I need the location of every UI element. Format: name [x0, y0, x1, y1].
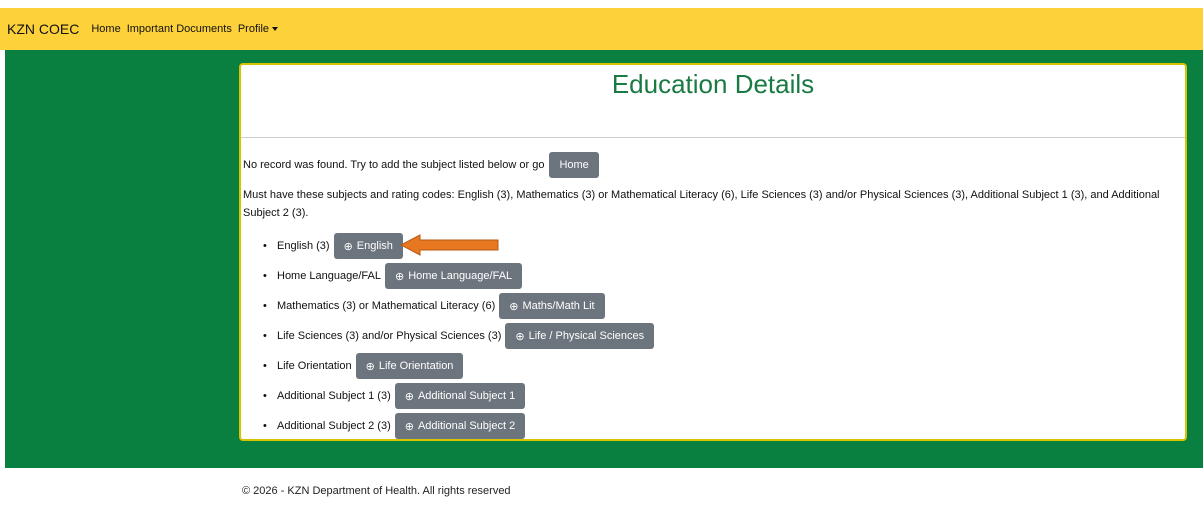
list-item: • Additional Subject 1 (3) ⊕ Additional S… [263, 381, 654, 411]
add-english-button[interactable]: ⊕ English [333, 233, 403, 259]
circle-plus-icon: ⊕ [365, 360, 375, 373]
bullet: • [263, 300, 267, 312]
brand-link[interactable]: KZN COEC [7, 21, 79, 37]
card-header: Education Details [241, 65, 1185, 138]
requirements-text: Must have these subjects and rating code… [243, 189, 1160, 219]
button-label: Additional Subject 1 [417, 390, 516, 402]
subject-label: Life Sciences (3) and/or Physical Scienc… [277, 330, 502, 342]
home-button[interactable]: Home [549, 152, 599, 178]
list-item: • Mathematics (3) or Mathematical Litera… [263, 291, 654, 321]
add-additional-subject-1-button[interactable]: ⊕ Additional Subject 1 [394, 383, 526, 409]
subject-list: • English (3) ⊕ English • Home Language/F… [263, 231, 655, 441]
list-item: • Home Language/FAL ⊕ Home Language/FAL [263, 261, 654, 291]
bullet: • [263, 360, 267, 372]
bullet: • [263, 270, 267, 282]
nav-profile-dropdown[interactable]: Profile [237, 23, 279, 35]
circle-plus-icon: ⊕ [509, 300, 519, 313]
add-life-orientation-button[interactable]: ⊕ Life Orientation [355, 353, 464, 379]
subject-label: Additional Subject 2 (3) [277, 420, 391, 432]
button-label: Life / Physical Sciences [528, 330, 645, 342]
circle-plus-icon: ⊕ [394, 270, 405, 283]
button-label: Life Orientation [378, 360, 454, 372]
bullet: • [263, 330, 267, 342]
circle-plus-icon: ⊕ [515, 330, 525, 343]
list-item: • Life Sciences (3) and/or Physical Scie… [263, 321, 655, 351]
page-title: Education Details [611, 69, 815, 99]
subject-label: Additional Subject 1 (3) [277, 390, 391, 402]
subject-label: Life Orientation [277, 360, 352, 372]
nav-home-link[interactable]: Home [91, 23, 120, 35]
button-label: Maths/Math Lit [522, 300, 595, 312]
add-additional-subject-2-button[interactable]: ⊕ Additional Subject 2 [394, 413, 526, 439]
bullet: • [263, 390, 267, 402]
no-record-text: No record was found. Try to add the subj… [243, 159, 545, 171]
subject-label: English (3) [277, 240, 330, 252]
add-sciences-button[interactable]: ⊕ Life / Physical Sciences [505, 323, 655, 349]
caret-down-icon [272, 27, 279, 32]
add-maths-button[interactable]: ⊕ Maths/Math Lit [499, 293, 605, 319]
button-label: Additional Subject 2 [417, 420, 516, 432]
circle-plus-icon: ⊕ [404, 390, 414, 403]
education-card: Education Details No record was found. T… [239, 63, 1187, 441]
circle-plus-icon: ⊕ [404, 420, 414, 433]
button-label: Home Language/FAL [408, 270, 513, 282]
footer-text: © 2026 - KZN Department of Health. All r… [242, 485, 511, 497]
bullet: • [263, 240, 267, 252]
navbar: KZN COEC Home Important Documents Profil… [0, 8, 1203, 50]
nav-important-documents-link[interactable]: Important Documents [127, 23, 232, 35]
no-record-row: No record was found. Try to add the subj… [243, 152, 599, 178]
subject-label: Mathematics (3) or Mathematical Literacy… [277, 300, 496, 312]
subject-label: Home Language/FAL [277, 270, 381, 282]
bullet: • [263, 420, 267, 432]
list-item: • Life Orientation ⊕ Life Orientation [263, 351, 654, 381]
button-label: English [356, 240, 393, 252]
top-strip [0, 0, 1203, 8]
arrow-left-icon [400, 234, 499, 256]
list-item: • Additional Subject 2 (3) ⊕ Additional S… [263, 411, 654, 441]
add-home-language-button[interactable]: ⊕ Home Language/FAL [384, 263, 523, 289]
nav-profile-label: Profile [237, 23, 270, 35]
circle-plus-icon: ⊕ [343, 240, 353, 253]
